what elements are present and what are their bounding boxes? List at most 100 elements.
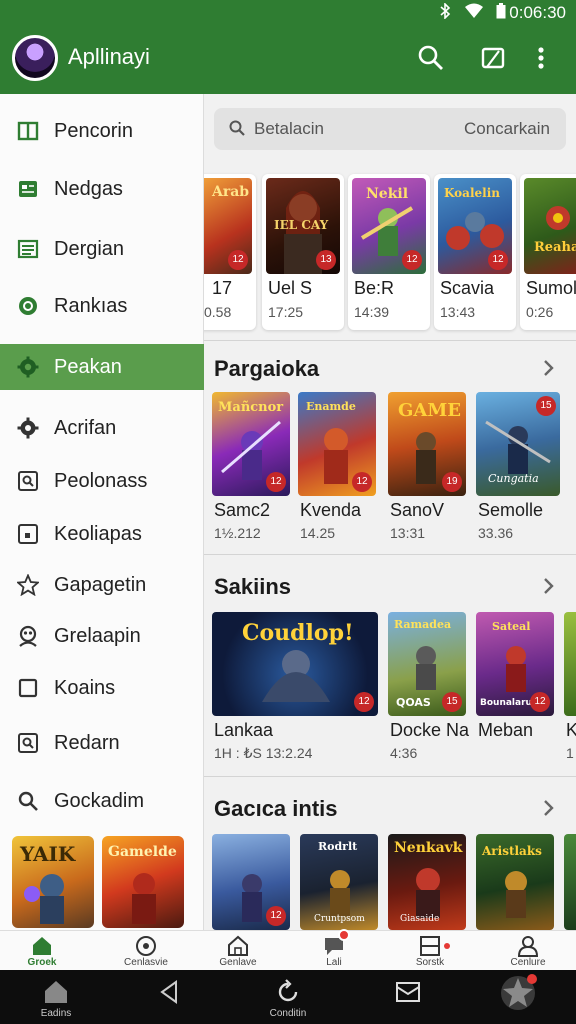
system-back-button[interactable]	[130, 978, 210, 1006]
search-icon[interactable]	[416, 43, 446, 73]
game-card[interactable]: Nekil 12 Be:R 14:39	[348, 174, 430, 330]
game-avatar-icon	[499, 974, 537, 1012]
bottom-nav-sorstk[interactable]: Sorstk	[382, 931, 478, 971]
bottom-navigation: Groek Cenlasvie Genlave Lali Sorstk Cenl…	[0, 929, 576, 971]
game-tile[interactable]: Rodrlt Cruntpsom	[300, 834, 378, 930]
game-art: Nekil 12	[352, 178, 426, 274]
game-tile[interactable]: Mañcnor 12 Samc2 1½.212	[212, 392, 290, 542]
cast-icon[interactable]	[478, 43, 508, 73]
game-art: Cungatia 15	[476, 392, 560, 496]
rating-badge: 15	[442, 692, 462, 712]
app-bar: Apllinayi	[0, 26, 576, 94]
bottom-nav-genlave[interactable]: Genlave	[190, 931, 286, 971]
search-placeholder: Betalacin	[254, 119, 324, 138]
drawer-item-dergian[interactable]: Dergian	[0, 226, 204, 272]
person-icon	[517, 935, 539, 957]
square-dot-icon	[16, 522, 40, 546]
game-tile[interactable]: K 1	[564, 612, 576, 762]
rating-badge: 12	[402, 250, 422, 270]
game-tile[interactable]: GAME 19 SanoV 13:31	[388, 392, 466, 542]
game-art	[564, 612, 576, 716]
bottom-nav-cenlasvie[interactable]: Cenlasvie	[98, 931, 194, 971]
game-art: Arab 12	[204, 178, 252, 274]
back-icon	[156, 978, 184, 1006]
drawer-item-rankias[interactable]: Rankıas	[0, 283, 204, 329]
status-time: 0:06:30	[509, 3, 566, 22]
rating-badge: 13	[316, 250, 336, 270]
drawer-item-gockadim[interactable]: Gockadim	[0, 778, 204, 824]
battery-icon	[496, 3, 506, 19]
news-icon	[16, 177, 40, 201]
drawer-item-redarn[interactable]: Redarn	[0, 720, 204, 766]
game-tile[interactable]: 12	[212, 834, 290, 930]
search-right-label[interactable]: Concarkain	[464, 119, 550, 139]
game-tile[interactable]: Nenkavk Giasaide	[388, 834, 466, 930]
home-filled-icon	[42, 978, 70, 1006]
rating-badge: 19	[442, 472, 462, 492]
settings-icon	[16, 416, 40, 440]
people-icon	[16, 624, 40, 648]
search-icon	[16, 789, 40, 813]
game-tile[interactable]: Ramadea QOAS 15 Docke Na 4:36	[388, 612, 469, 762]
search-bar[interactable]: Betalacin Concarkain	[214, 108, 566, 150]
refresh-icon	[274, 978, 302, 1006]
house-outline-icon	[227, 935, 249, 957]
rating-badge: 12	[488, 250, 508, 270]
system-profile-button[interactable]	[478, 974, 558, 1012]
bottom-nav-groek[interactable]: Groek	[0, 931, 90, 971]
star-icon	[16, 573, 40, 597]
grid-icon	[16, 119, 40, 143]
badge-icon	[16, 294, 40, 318]
rating-badge: 12	[266, 906, 286, 926]
drawer-game-thumbnail[interactable]: Gamelde	[102, 836, 184, 928]
game-art: Enamde 12	[298, 392, 376, 496]
section-title: Gacıca intis	[214, 796, 338, 821]
game-tile[interactable]	[564, 834, 576, 930]
search-icon	[229, 120, 245, 136]
game-tile[interactable]: Coudlop! 12 Lankaa 1H : ₺S 13:2.24	[212, 612, 378, 762]
game-card[interactable]: IEL CAY 13 Uel S 17:25	[262, 174, 344, 330]
chevron-right-icon[interactable]	[542, 798, 556, 818]
bottom-nav-cenlure[interactable]: Cenlure	[480, 931, 576, 971]
more-vert-icon[interactable]	[534, 43, 548, 73]
game-card[interactable]: Reaha Sumol 0:26	[520, 174, 576, 330]
drawer-item-peolonass[interactable]: Peolonass	[0, 458, 204, 504]
chevron-right-icon[interactable]	[542, 576, 556, 596]
notification-dot	[444, 943, 450, 949]
chevron-right-icon[interactable]	[542, 358, 556, 378]
game-tile[interactable]: Sateal Bounalarue 12 Meban	[476, 612, 554, 762]
gear-icon	[16, 355, 40, 379]
system-mail-button[interactable]	[368, 978, 448, 1006]
square-icon	[16, 676, 40, 700]
rating-badge: 12	[266, 472, 286, 492]
rating-badge: 12	[228, 250, 248, 270]
game-art	[564, 834, 576, 930]
system-home-button[interactable]: Eadins	[16, 978, 96, 1019]
drawer-item-grelaapin[interactable]: Grelaapin	[0, 613, 204, 659]
game-card[interactable]: Arab 12 17 0.58	[204, 174, 256, 330]
navigation-drawer: Pencorin Nedgas Dergian Rankıas Peakan A…	[0, 94, 204, 930]
game-art: Reaha	[524, 178, 576, 274]
game-tile[interactable]: Cungatia 15 Semolle 33.36	[476, 392, 560, 542]
system-recent-button[interactable]: Conditin	[248, 978, 328, 1019]
drawer-item-nedgas[interactable]: Nedgas	[0, 166, 204, 212]
drawer-item-keoliapas[interactable]: Keoliapas	[0, 511, 204, 557]
bluetooth-icon	[438, 2, 452, 20]
drawer-item-pencorin[interactable]: Pencorin	[0, 108, 204, 154]
drawer-item-koains[interactable]: Koains	[0, 665, 204, 711]
game-art: 12	[212, 834, 290, 930]
game-tile[interactable]: Aristlaks	[476, 834, 554, 930]
bottom-nav-lali[interactable]: Lali	[286, 929, 382, 971]
avatar[interactable]	[12, 35, 58, 81]
section-title: Sakiins	[214, 574, 292, 599]
drawer-item-acrifan[interactable]: Acrifan	[0, 405, 204, 451]
drawer-item-gapagetin[interactable]: Gapagetin	[0, 562, 204, 608]
mail-icon	[394, 978, 422, 1006]
game-card[interactable]: Koalelin 12 Scavia 13:43	[434, 174, 516, 330]
game-art: Coudlop! 12	[212, 612, 378, 716]
drawer-item-peakan[interactable]: Peakan	[0, 344, 204, 390]
game-tile[interactable]: Enamde 12 Kvenda 14.25	[298, 392, 376, 542]
drawer-game-thumbnail[interactable]: YAIK	[12, 836, 94, 928]
game-art: Rodrlt Cruntpsom	[300, 834, 378, 930]
notification-dot	[338, 929, 350, 941]
